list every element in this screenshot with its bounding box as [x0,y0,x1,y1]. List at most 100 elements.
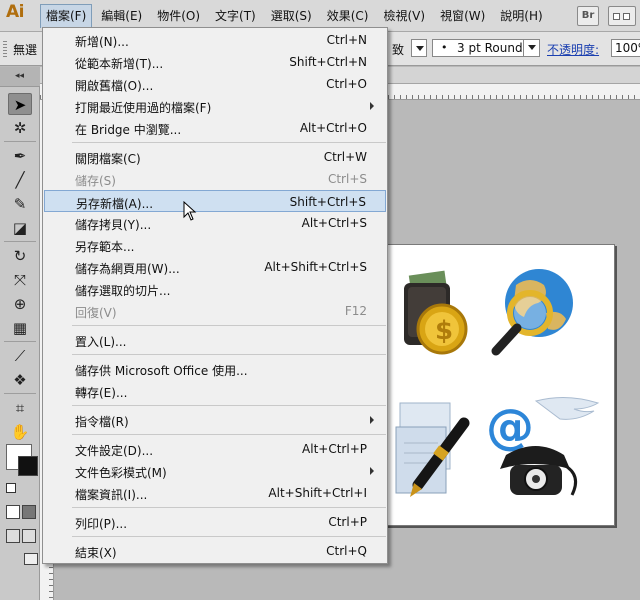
brush-definition-value: 3 pt Round [457,41,523,55]
menu-item-shortcut: Shift+Ctrl+N [289,55,367,69]
pen-tool-icon[interactable]: ✒ [8,145,32,167]
menu-item-label: 打開最近使用過的檔案(F) [75,101,212,115]
chevron-down-icon [416,46,424,51]
gradient-mode-button[interactable] [22,505,36,519]
opacity-link[interactable]: 不透明度: [547,41,599,58]
file-menu-item[interactable]: 另存範本... [44,234,386,256]
file-menu-item[interactable]: 文件設定(D)... Alt+Ctrl+P [44,438,386,460]
file-menu-item[interactable]: 儲存(S) Ctrl+S [44,168,386,190]
app-logo: Ai [6,2,24,22]
magic-wand-tool-icon[interactable]: ✲ [8,117,32,139]
file-menu-item[interactable]: 新增(N)... Ctrl+N [44,29,386,51]
file-menu-item[interactable]: 文件色彩模式(M) [44,460,386,482]
menu-item-label: 文件設定(D)... [75,444,154,458]
menu-item-label: 列印(P)... [75,517,128,531]
menu-effect[interactable]: 效果(C) [321,4,375,28]
symbol-sprayer-tool-icon[interactable]: ❖ [8,369,32,391]
file-menu-item[interactable]: 置入(L)... [44,329,386,351]
file-menu-item[interactable]: 列印(P)... Ctrl+P [44,511,386,533]
menu-separator [72,354,386,355]
menu-separator [72,507,386,508]
menu-separator [72,536,386,537]
tools-panel: ◂◂ ➤ ✲ ✒ ╱ ✎ ◪ ↻ ⤧ ⊕ ▦ ⟋ ❖ ⌗ ✋ [0,67,40,600]
file-menu-item[interactable]: 指令檔(R) [44,409,386,431]
line-tool-icon[interactable]: ╱ [8,169,32,191]
menu-view[interactable]: 檢視(V) [377,4,431,28]
artboard-tool-icon[interactable]: ⌗ [8,397,32,419]
menu-window[interactable]: 視窗(W) [434,4,491,28]
menu-item-shortcut: Alt+Shift+Ctrl+I [268,486,367,500]
submenu-arrow-icon [370,416,374,424]
globe-magnifier-icon [491,269,573,356]
tool-separator [4,141,36,142]
menu-help[interactable]: 說明(H) [494,4,548,28]
menu-item-label: 儲存拷貝(Y)... [75,218,152,232]
file-menu-item[interactable]: 關閉檔案(C) Ctrl+W [44,146,386,168]
file-menu-item[interactable]: 結束(X) Ctrl+Q [44,540,386,562]
blob-brush-tool-icon[interactable]: ◪ [8,217,32,239]
bridge-button[interactable]: Br [577,6,599,26]
file-menu-item[interactable]: 儲存供 Microsoft Office 使用... [44,358,386,380]
variable-width-dropdown[interactable] [411,39,427,57]
menu-item-label: 文件色彩模式(M) [75,466,167,480]
menu-item-label: 轉存(E)... [75,386,128,400]
menu-item-label: 在 Bridge 中瀏覽... [75,123,182,137]
file-menu-item[interactable]: 從範本新增(T)... Shift+Ctrl+N [44,51,386,73]
file-menu-item[interactable]: 檔案資訊(I)... Alt+Shift+Ctrl+I [44,482,386,504]
draw-normal-button[interactable] [6,529,20,543]
screen-mode-button[interactable] [24,553,38,565]
file-menu-item[interactable]: 打開最近使用過的檔案(F) [44,95,386,117]
file-menu-item[interactable]: 儲存為網頁用(W)... Alt+Shift+Ctrl+S [44,256,386,278]
selection-tool-icon[interactable]: ➤ [8,93,32,115]
menu-item-shortcut: Alt+Ctrl+O [299,121,367,135]
menu-item-shortcut: F12 [344,304,367,318]
artboard[interactable]: $ @ [383,244,615,526]
color-mode-button[interactable] [6,505,20,519]
rotate-tool-icon[interactable]: ↻ [8,245,32,267]
shape-builder-tool-icon[interactable]: ⊕ [8,293,32,315]
stroke-color-swatch[interactable] [18,456,38,476]
file-menu-item[interactable]: 在 Bridge 中瀏覽... Alt+Ctrl+O [44,117,386,139]
brush-definition-arrow[interactable] [523,39,539,57]
tool-separator [4,393,36,394]
tools-panel-header[interactable]: ◂◂ [0,67,40,87]
wallet-coin-icon: $ [404,270,468,355]
perspective-grid-tool-icon[interactable]: ▦ [8,317,32,339]
menu-edit[interactable]: 編輯(E) [95,4,148,28]
eyedropper-tool-icon[interactable]: ⟋ [8,345,32,367]
file-menu-dropdown: 新增(N)... Ctrl+N 從範本新增(T)... Shift+Ctrl+N 開啟舊… [42,27,388,564]
grip-handle-icon[interactable] [3,41,7,57]
hand-tool-icon[interactable]: ✋ [8,421,32,443]
menu-item-label: 檔案資訊(I)... [75,488,148,502]
menu-item-label: 儲存供 Microsoft Office 使用... [75,364,248,378]
opacity-field[interactable]: 100% [611,39,640,57]
menu-file[interactable]: 檔案(F) [40,4,93,28]
draw-inside-button[interactable] [22,529,36,543]
menu-item-shortcut: Ctrl+Q [326,544,367,558]
svg-text:@: @ [486,399,534,455]
menu-type[interactable]: 文字(T) [209,4,262,28]
menu-item-shortcut: Ctrl+P [328,515,367,529]
paintbrush-tool-icon[interactable]: ✎ [8,193,32,215]
file-menu-item[interactable]: 另存新檔(A)... Shift+Ctrl+S [44,190,386,212]
file-menu-item[interactable]: 轉存(E)... [44,380,386,402]
menu-object[interactable]: 物件(O) [151,4,206,28]
file-menu-item[interactable]: 開啟舊檔(O)... Ctrl+O [44,73,386,95]
menu-item-shortcut: Ctrl+O [326,77,367,91]
menu-select[interactable]: 選取(S) [265,4,318,28]
menu-item-label: 儲存選取的切片... [75,284,171,298]
menu-item-shortcut: Ctrl+S [327,172,367,186]
menu-separator [72,405,386,406]
default-colors-icon[interactable] [6,483,16,493]
arrange-documents-button[interactable] [608,6,636,26]
menu-item-label: 置入(L)... [75,335,127,349]
menu-item-shortcut: Ctrl+N [326,33,367,47]
brush-dot-icon: • [441,41,448,54]
file-menu-item[interactable]: 儲存選取的切片... [44,278,386,300]
file-menu-item[interactable]: 儲存拷貝(Y)... Alt+Ctrl+S [44,212,386,234]
file-menu-item[interactable]: 回復(V) F12 [44,300,386,322]
document-pen-icon [395,402,470,497]
chevron-down-icon [528,45,536,50]
menu-item-label: 關閉檔案(C) [75,152,141,166]
width-tool-icon[interactable]: ⤧ [8,269,32,291]
